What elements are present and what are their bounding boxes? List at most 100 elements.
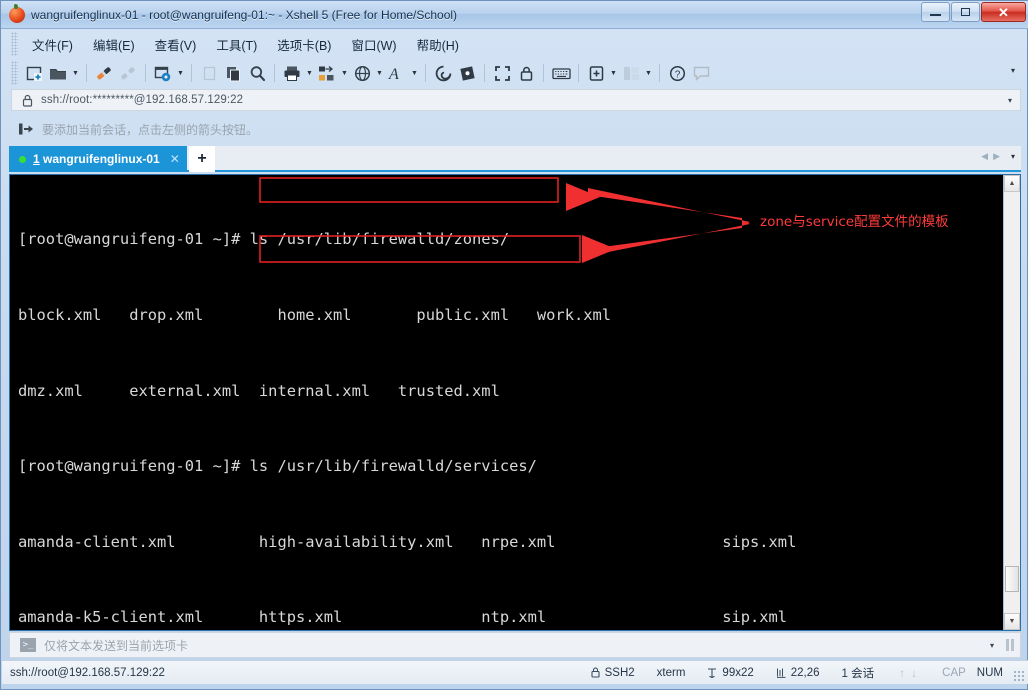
svg-text:A: A bbox=[388, 66, 399, 82]
toolbar-separator bbox=[425, 64, 426, 82]
tab-navigation: ◀ ▶ ▾ bbox=[981, 151, 1015, 162]
terminal-line: amanda-client.xml high-availability.xml … bbox=[18, 532, 797, 551]
terminal-line: [root@wangruifeng-01 ~]# ls /usr/lib/fir… bbox=[18, 230, 510, 249]
connect-icon[interactable] bbox=[92, 61, 116, 85]
status-size: 99x22 bbox=[722, 666, 754, 679]
window-controls: ✕ bbox=[921, 2, 1026, 22]
tab-wangruifenglinux-01[interactable]: 1 wangruifenglinux-01 ✕ bbox=[9, 146, 187, 172]
script-icon[interactable] bbox=[455, 61, 479, 85]
address-input[interactable]: ssh://root:*********@192.168.57.129:22 bbox=[41, 94, 243, 106]
status-protocol-cell: SSH2 bbox=[580, 667, 646, 679]
new-session-icon[interactable] bbox=[22, 61, 46, 85]
transfer-icon[interactable] bbox=[315, 61, 339, 85]
terminal-line: amanda-k5-client.xml https.xml ntp.xml s… bbox=[18, 608, 788, 627]
open-folder-dropdown-caret[interactable]: ▼ bbox=[70, 61, 81, 85]
maximize-button[interactable] bbox=[951, 2, 980, 22]
scroll-up-icon[interactable]: ▲ bbox=[1004, 175, 1020, 192]
comment-icon[interactable] bbox=[689, 61, 713, 85]
layout-dropdown-caret[interactable]: ▼ bbox=[643, 61, 654, 85]
toolbar-separator bbox=[191, 64, 192, 82]
add-pane-dropdown-caret[interactable]: ▼ bbox=[608, 61, 619, 85]
scroll-down-icon[interactable]: ▼ bbox=[1004, 613, 1020, 630]
log-icon[interactable] bbox=[431, 61, 455, 85]
fullscreen-icon[interactable] bbox=[490, 61, 514, 85]
terminal-line: block.xml drop.xml home.xml public.xml w… bbox=[18, 306, 612, 324]
toolbar-gripper[interactable] bbox=[11, 61, 18, 85]
add-session-arrow-icon[interactable] bbox=[15, 118, 37, 140]
toolbar-separator bbox=[543, 64, 544, 82]
toolbar-separator bbox=[274, 64, 275, 82]
lock-icon bbox=[22, 94, 33, 107]
send-target-dropdown-caret[interactable]: ▾ bbox=[990, 641, 994, 650]
status-caps-lock: CAP bbox=[942, 666, 966, 679]
menu-tools[interactable]: 工具(T) bbox=[206, 32, 267, 57]
download-arrow-icon: ↓ bbox=[911, 665, 918, 680]
status-cursor: 22,26 bbox=[790, 666, 820, 679]
tab-status-dot-icon bbox=[19, 155, 26, 163]
toolbar: ▼ ▼ ▼ ▼ ▼ A ▼ ▼ ▼ ? ▾ bbox=[11, 58, 1019, 88]
address-dropdown-caret[interactable]: ▾ bbox=[1008, 96, 1012, 105]
xshell-window: wangruifenglinux-01 - root@wangruifeng-0… bbox=[0, 0, 1028, 690]
tab-close-icon[interactable]: ✕ bbox=[170, 152, 180, 166]
menu-edit[interactable]: 编辑(E) bbox=[83, 32, 145, 57]
session-properties-icon[interactable] bbox=[151, 61, 175, 85]
title-bar: wangruifenglinux-01 - root@wangruifeng-0… bbox=[1, 1, 1028, 29]
window-resize-grip[interactable] bbox=[1013, 670, 1025, 682]
menu-bar: 文件(F) 编辑(E) 查看(V) 工具(T) 选项卡(B) 窗口(W) 帮助(… bbox=[11, 31, 1019, 57]
status-size-cell: 99x22 bbox=[696, 667, 764, 679]
terminal-output[interactable]: [root@wangruifeng-01 ~]# ls /usr/lib/fir… bbox=[18, 177, 998, 630]
window-title: wangruifenglinux-01 - root@wangruifeng-0… bbox=[31, 7, 458, 22]
print-icon[interactable] bbox=[280, 61, 304, 85]
toolbar-separator bbox=[578, 64, 579, 82]
lock-icon[interactable] bbox=[514, 61, 538, 85]
add-pane-icon[interactable] bbox=[584, 61, 608, 85]
help-icon[interactable]: ? bbox=[665, 61, 689, 85]
copy-icon[interactable] bbox=[221, 61, 245, 85]
font-dropdown-caret[interactable]: ▼ bbox=[409, 61, 420, 85]
menu-help[interactable]: 帮助(H) bbox=[407, 32, 469, 57]
status-num-lock: NUM bbox=[976, 666, 1003, 679]
layout-icon bbox=[619, 61, 643, 85]
status-terminal-type: xterm bbox=[656, 666, 686, 679]
terminal-panel[interactable]: [root@wangruifeng-01 ~]# ls /usr/lib/fir… bbox=[9, 174, 1021, 631]
status-cursor-cell: 22,26 bbox=[765, 667, 831, 679]
session-properties-dropdown-caret[interactable]: ▼ bbox=[175, 61, 186, 85]
minimize-button[interactable] bbox=[921, 2, 950, 22]
tab-prev-icon[interactable]: ◀ bbox=[981, 151, 988, 162]
session-hint-text: 要添加当前会话，点击左侧的箭头按钮。 bbox=[42, 122, 259, 137]
status-protocol: SSH2 bbox=[604, 666, 635, 679]
font-icon[interactable]: A bbox=[385, 61, 409, 85]
tab-next-icon[interactable]: ▶ bbox=[993, 151, 1000, 162]
close-button[interactable]: ✕ bbox=[981, 2, 1026, 22]
terminal-prompt-icon: >_ bbox=[20, 638, 36, 652]
open-folder-icon[interactable] bbox=[46, 61, 70, 85]
find-icon[interactable] bbox=[245, 61, 269, 85]
terminal-scrollbar[interactable]: ▲ ▼ bbox=[1003, 175, 1020, 630]
print-dropdown-caret[interactable]: ▼ bbox=[304, 61, 315, 85]
keyboard-icon[interactable] bbox=[549, 61, 573, 85]
new-tab-button[interactable]: + bbox=[189, 146, 215, 172]
menu-gripper[interactable] bbox=[11, 32, 18, 56]
send-to-tab-label: 仅将文本发送到当前选项卡 bbox=[44, 638, 189, 653]
menu-file[interactable]: 文件(F) bbox=[22, 32, 83, 57]
send-bar-grip[interactable] bbox=[1006, 639, 1014, 651]
toolbar-overflow-caret[interactable]: ▾ bbox=[1011, 66, 1015, 75]
svg-text:?: ? bbox=[674, 69, 680, 80]
tab-list-dropdown-icon[interactable]: ▾ bbox=[1011, 152, 1015, 161]
status-right-group: SSH2 xterm 99x22 22,26 1 会话 ↑ ↓ CAP NUM bbox=[580, 665, 1014, 681]
web-dropdown-caret[interactable]: ▼ bbox=[374, 61, 385, 85]
transfer-dropdown-caret[interactable]: ▼ bbox=[339, 61, 350, 85]
tab-number: 1 bbox=[33, 152, 40, 166]
web-icon[interactable] bbox=[350, 61, 374, 85]
menu-tabs[interactable]: 选项卡(B) bbox=[267, 32, 341, 57]
toolbar-separator bbox=[484, 64, 485, 82]
address-bar[interactable]: ssh://root:*********@192.168.57.129:22 ▾ bbox=[11, 89, 1021, 111]
send-to-tab-bar[interactable]: >_ 仅将文本发送到当前选项卡 ▾ bbox=[9, 632, 1021, 658]
scrollbar-thumb[interactable] bbox=[1005, 566, 1019, 592]
menu-view[interactable]: 查看(V) bbox=[145, 32, 207, 57]
status-transfer-arrows: ↑ ↓ bbox=[885, 666, 931, 680]
terminal-line: [root@wangruifeng-01 ~]# ls /usr/lib/fir… bbox=[18, 457, 537, 476]
menu-window[interactable]: 窗口(W) bbox=[341, 32, 406, 57]
disconnect-icon bbox=[116, 61, 140, 85]
tab-title: wangruifenglinux-01 bbox=[43, 152, 160, 166]
